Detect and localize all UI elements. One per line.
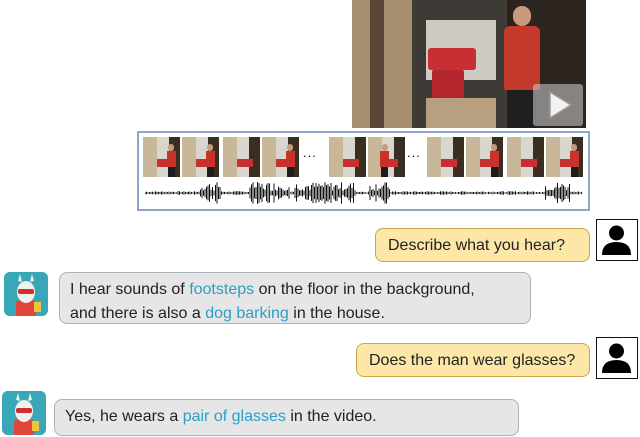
highlighted-keyword: pair of glasses [182, 408, 286, 425]
llama-mascot-icon [4, 272, 48, 316]
assistant-message-line: and there is also a dog barking in the h… [70, 302, 520, 326]
message-text: Yes, he wears a [65, 408, 183, 425]
message-text: in the house. [288, 305, 385, 322]
video-door-edge [370, 0, 384, 128]
assistant-message-line: I hear sounds of footsteps on the floor … [70, 278, 520, 302]
video-man-head [513, 6, 531, 26]
video-frame [223, 137, 260, 177]
video-frame [262, 137, 299, 177]
message-text: I hear sounds of [70, 281, 190, 298]
play-icon [549, 90, 573, 120]
user-message-bubble: Describe what you hear? [375, 228, 590, 262]
video-frame [143, 137, 180, 177]
frames-ellipsis: ... [303, 145, 317, 160]
video-frame [368, 137, 405, 177]
assistant-message-bubble: Yes, he wears a pair of glasses in the v… [54, 399, 519, 436]
video-floor-rug [426, 98, 496, 128]
video-red-couch [428, 48, 476, 70]
highlighted-keyword: dog barking [205, 305, 289, 322]
user-message-text: Describe what you hear? [388, 237, 565, 254]
user-message-text: Does the man wear glasses? [369, 352, 576, 369]
video-thumbnail[interactable] [352, 0, 586, 128]
assistant-avatar [2, 391, 46, 435]
video-frames-strip: ... ... [137, 131, 590, 211]
user-avatar [596, 219, 638, 261]
llama-mascot-icon [2, 391, 46, 435]
user-silhouette-icon [602, 225, 631, 255]
video-frame [466, 137, 503, 177]
video-red-chair [432, 70, 464, 98]
message-text: and there is also a [70, 305, 206, 322]
message-text: in the video. [285, 408, 377, 425]
video-frame [329, 137, 366, 177]
play-button[interactable] [533, 84, 583, 126]
user-message-bubble: Does the man wear glasses? [356, 343, 590, 377]
frames-ellipsis: ... [407, 145, 421, 160]
video-man-shirt [504, 26, 540, 90]
video-man-pants [508, 90, 536, 128]
user-silhouette-icon [602, 343, 631, 373]
audio-waveform [145, 182, 582, 204]
assistant-message-bubble: I hear sounds of footsteps on the floor … [59, 272, 531, 324]
video-frame [507, 137, 544, 177]
assistant-avatar [4, 272, 48, 316]
video-frame [182, 137, 219, 177]
video-frame [546, 137, 583, 177]
highlighted-keyword: footsteps [189, 281, 255, 298]
message-text: on the floor in the background, [254, 281, 475, 298]
video-frame [427, 137, 464, 177]
user-avatar [596, 337, 638, 379]
